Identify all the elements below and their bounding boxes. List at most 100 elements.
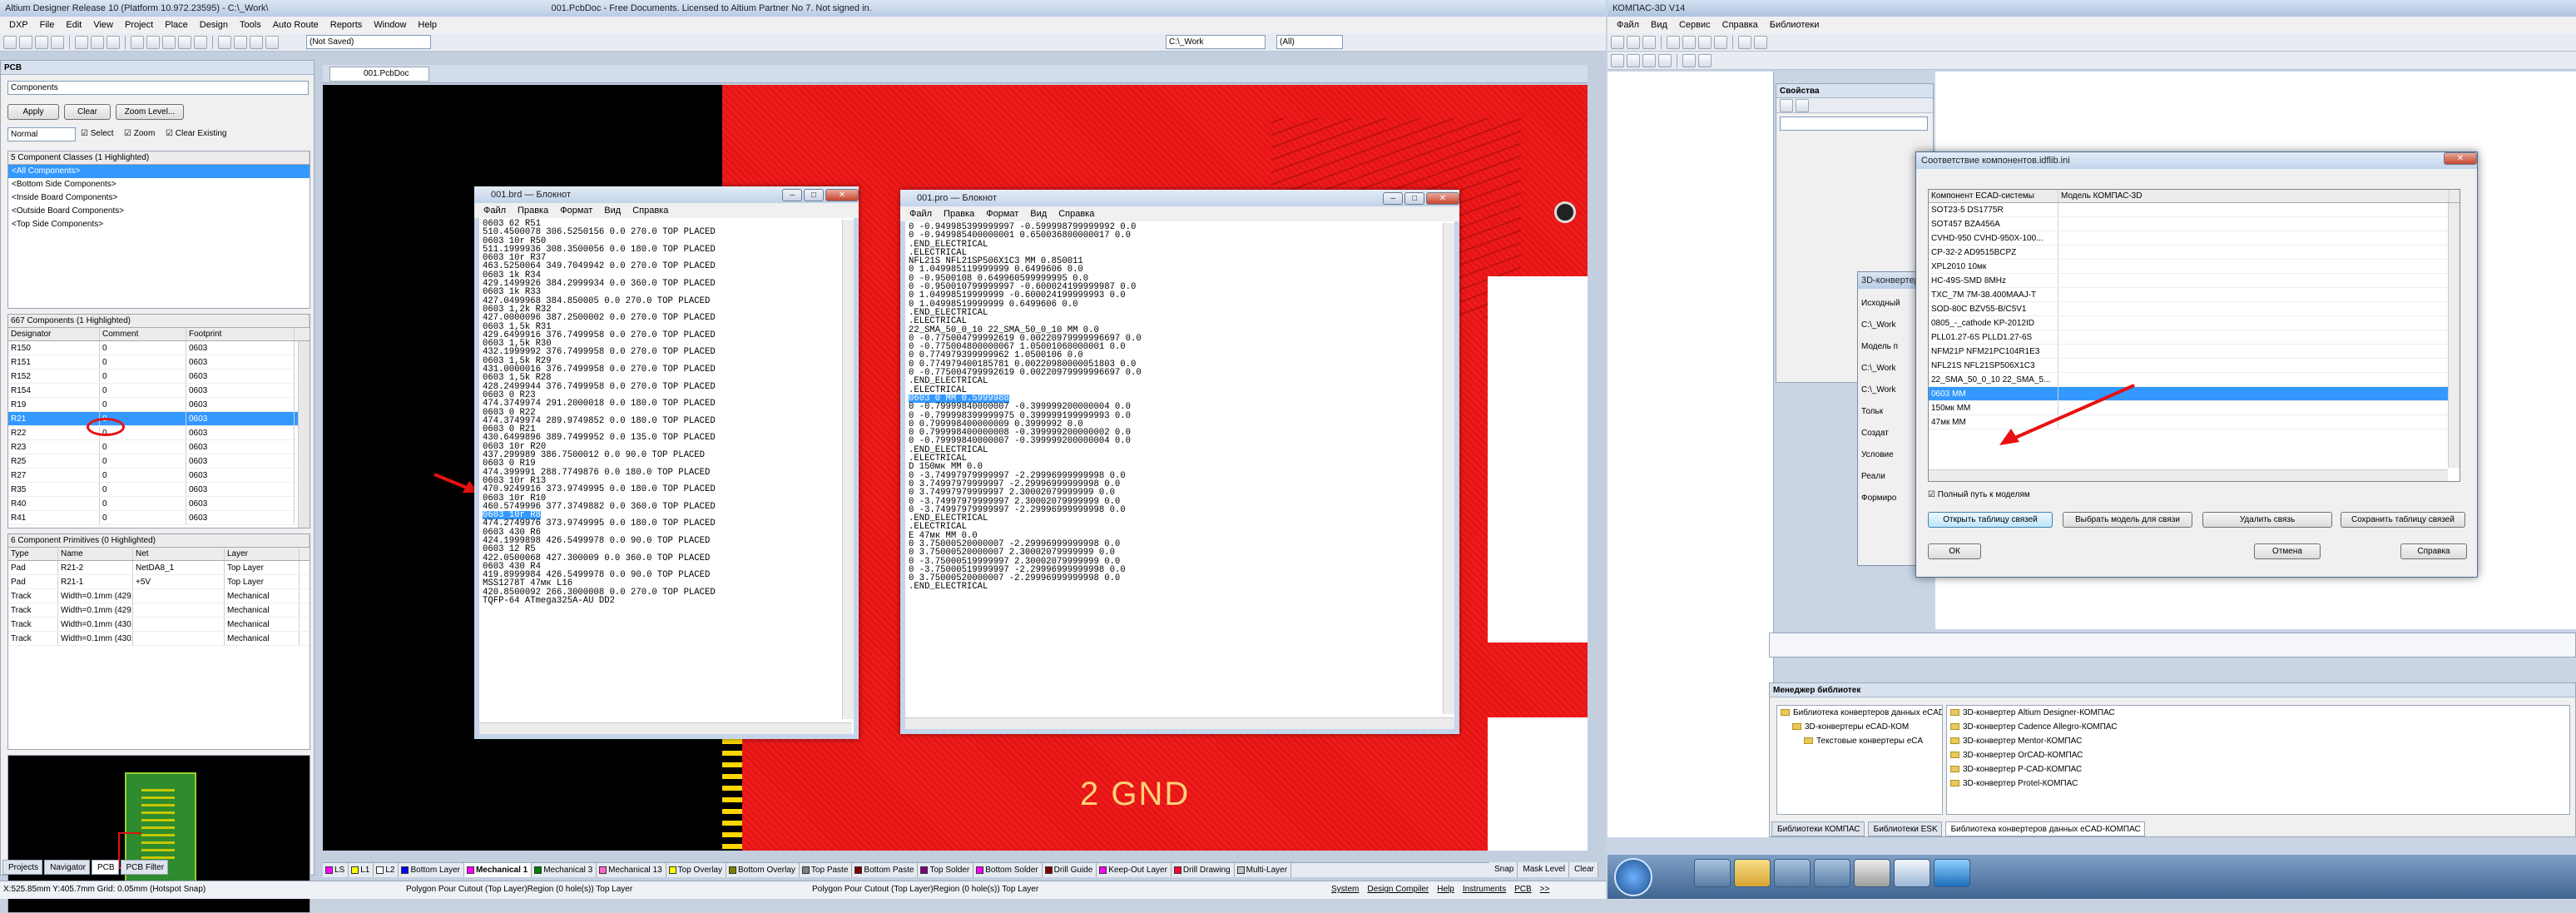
cancel-button[interactable]: Отмена: [2254, 543, 2321, 559]
zoom-area-icon[interactable]: [91, 35, 104, 49]
kompas-menu-item-2[interactable]: Сервис: [1673, 17, 1717, 33]
media-taskbar-icon[interactable]: [1774, 859, 1811, 887]
mapping-row[interactable]: XPL2010 10мк: [1929, 260, 2460, 274]
library-tab[interactable]: Библиотеки ESK: [1867, 821, 1942, 836]
class-item[interactable]: <Top Side Components>: [8, 218, 310, 231]
help-icon[interactable]: [1754, 35, 1767, 49]
layer-tab[interactable]: Keep-Out Layer: [1097, 863, 1172, 877]
layer-tab[interactable]: Drill Guide: [1043, 863, 1097, 877]
altium-menu-item-11[interactable]: Help: [412, 17, 443, 33]
altium-menu-item-5[interactable]: Place: [159, 17, 194, 33]
layer-tab[interactable]: L2: [374, 863, 399, 877]
ok-button[interactable]: ОК: [1928, 543, 1981, 559]
table-row[interactable]: R23 0 0603: [8, 440, 310, 454]
paste-icon[interactable]: [162, 35, 176, 49]
class-item[interactable]: <Outside Board Components>: [8, 205, 310, 218]
clear-existing-checkbox[interactable]: ☑ Clear Existing: [166, 127, 226, 141]
maximize-button[interactable]: □: [804, 188, 824, 201]
notepad-pro-text[interactable]: 0 -0.949985399999997 -0.599998799999992 …: [905, 221, 1443, 687]
mask-mode-select[interactable]: Normal: [7, 127, 76, 141]
maximize-button[interactable]: □: [1404, 191, 1424, 205]
table-row[interactable]: R27 0 0603: [8, 469, 310, 483]
table-row[interactable]: R154 0 0603: [8, 384, 310, 398]
altium-menu-item-3[interactable]: View: [87, 17, 119, 33]
layer-tab[interactable]: Drill Drawing: [1172, 863, 1235, 877]
notepad-brd-menu-item-4[interactable]: Справка: [627, 202, 674, 219]
panel-tab[interactable]: Projects: [2, 860, 43, 875]
layer-tab[interactable]: Bottom Overlay: [726, 863, 800, 877]
library-tree-item[interactable]: 3D-конвертеры eCAD-КОМ: [1777, 720, 1942, 734]
layer-tab[interactable]: Top Solder: [918, 863, 974, 877]
redo-icon[interactable]: [194, 35, 207, 49]
layer-tab[interactable]: Mechanical 13: [597, 863, 666, 877]
table-row[interactable]: R150 0 0603: [8, 341, 310, 355]
table-row[interactable]: TrackWidth=0.1mm (430.367m Mechanical: [8, 618, 310, 632]
layer-tab[interactable]: Mechanical 1: [463, 863, 533, 877]
notepad-brd-text[interactable]: 0603 62 R51 510.4500078 306.5250156 0.0 2…: [479, 218, 842, 717]
close-button[interactable]: ✕: [1426, 191, 1459, 205]
column-header[interactable]: Layer: [225, 548, 300, 560]
print-icon[interactable]: [1667, 35, 1680, 49]
mask-tab[interactable]: Snap: [1489, 862, 1518, 877]
notepad-brd-hscroll[interactable]: [479, 722, 852, 734]
layer-tab[interactable]: Top Overlay: [666, 863, 726, 877]
kompas-menu-item-1[interactable]: Вид: [1645, 17, 1673, 33]
mask-tab[interactable]: Clear: [1569, 862, 1598, 877]
kompas-menu-item-4[interactable]: Библиотеки: [1764, 17, 1825, 33]
table-row[interactable]: R40 0 0603: [8, 497, 310, 511]
class-item[interactable]: <All Components>: [8, 165, 310, 178]
prop-icon[interactable]: [1780, 98, 1793, 112]
panel-mode-select[interactable]: Components: [7, 81, 309, 95]
kompas-taskbar-icon[interactable]: [1934, 859, 1970, 887]
notepad-brd-vscroll[interactable]: [842, 220, 854, 719]
altium-menu-item-1[interactable]: File: [34, 17, 61, 33]
column-header[interactable]: Comment: [100, 328, 186, 340]
library-icon[interactable]: [1738, 35, 1751, 49]
save-table-button[interactable]: Сохранить таблицу связей: [2341, 512, 2465, 528]
kompas-menu-item-0[interactable]: Файл: [1611, 17, 1645, 33]
column-header[interactable]: Name: [58, 548, 133, 560]
pan-icon[interactable]: [1627, 53, 1640, 67]
mapping-vscroll[interactable]: [2448, 203, 2460, 468]
layer-tab[interactable]: Multi-Layer: [1235, 863, 1292, 877]
notepad-brd-menu-item-3[interactable]: Вид: [598, 202, 627, 219]
full-path-checkbox[interactable]: ☑ Полный путь к моделям: [1928, 489, 2030, 502]
prop-icon-2[interactable]: [1796, 98, 1809, 112]
text-icon[interactable]: [265, 35, 279, 49]
notepad-pro-menu-item-0[interactable]: Файл: [904, 206, 938, 222]
paste-icon[interactable]: [1714, 35, 1727, 49]
altium-menu-item-8[interactable]: Auto Route: [267, 17, 324, 33]
via-icon[interactable]: [234, 35, 247, 49]
column-header[interactable]: Type: [8, 548, 58, 560]
folder-taskbar-icon[interactable]: [1734, 859, 1771, 887]
copy-icon[interactable]: [146, 35, 160, 49]
table-row[interactable]: R19 0 0603: [8, 398, 310, 412]
library-list-item[interactable]: 3D-конвертер Cadence Allegro-КОМПАС: [1947, 720, 2569, 734]
table-row[interactable]: R152 0 0603: [8, 370, 310, 384]
status-tab[interactable]: System: [1331, 883, 1359, 896]
notepad-pro-vscroll[interactable]: [1443, 223, 1454, 714]
altium-menu-item-2[interactable]: Edit: [60, 17, 87, 33]
table-row[interactable]: TrackWidth=0.1mm (430.933m Mechanical: [8, 632, 310, 646]
altium-menu-item-6[interactable]: Design: [194, 17, 234, 33]
new-icon[interactable]: [3, 35, 17, 49]
altium-menu-item-10[interactable]: Window: [368, 17, 412, 33]
status-tab[interactable]: Help: [1437, 883, 1454, 896]
zoom-icon[interactable]: [75, 35, 88, 49]
class-item[interactable]: <Bottom Side Components>: [8, 178, 310, 191]
apply-button[interactable]: Apply: [7, 104, 59, 120]
library-list-item[interactable]: 3D-конвертер Altium Designer-КОМПАС: [1947, 706, 2569, 720]
library-tab[interactable]: Библиотеки КОМПАС: [1771, 821, 1865, 836]
route-icon[interactable]: [218, 35, 231, 49]
all-combo[interactable]: (All): [1276, 35, 1343, 49]
properties-combo[interactable]: [1780, 117, 1928, 131]
table-row[interactable]: R21 0 0603: [8, 412, 310, 426]
delete-link-button[interactable]: Удалить связь: [2202, 512, 2332, 528]
components-scrollbar[interactable]: [298, 341, 310, 528]
mask-tab[interactable]: Mask Level: [1518, 862, 1569, 877]
altium-menu-item-7[interactable]: Tools: [234, 17, 267, 33]
panel-tab[interactable]: Navigator: [44, 860, 90, 875]
mapping-row[interactable]: SOD-80C BZV55-B/C5V1: [1929, 302, 2460, 316]
notepad-brd-menu-item-2[interactable]: Формат: [554, 202, 598, 219]
kompas-menu-item-3[interactable]: Справка: [1717, 17, 1764, 33]
